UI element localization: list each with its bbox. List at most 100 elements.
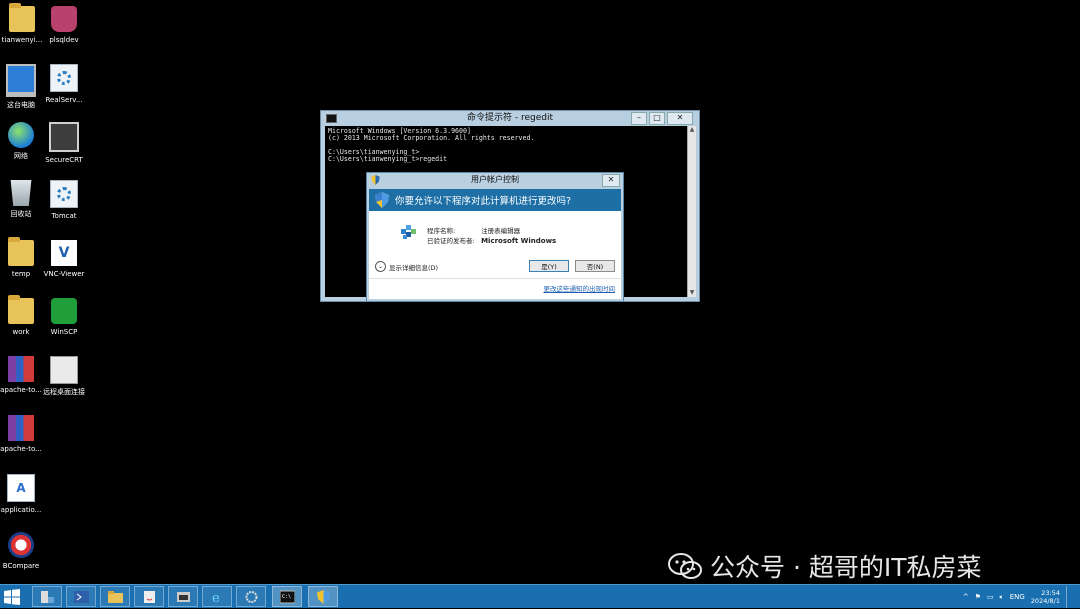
desktop-icon-label: SecureCRT (45, 156, 83, 164)
vnc-icon: V (51, 240, 77, 266)
uac-dialog[interactable]: 用户帐户控制 ✕ 你要允许以下程序对此计算机进行更改吗? 程序名称: 注册表编辑… (366, 172, 624, 302)
program-name-row: 程序名称: 注册表编辑器 (427, 225, 520, 235)
desktop-icon-label: apache-to... (0, 445, 42, 453)
divider (369, 278, 621, 279)
taskbar-uac[interactable] (308, 586, 338, 607)
desktop-icon-label: RealServ... (45, 96, 83, 104)
publisher-value: Microsoft Windows (481, 237, 557, 245)
uac-shield-small-icon (371, 175, 380, 185)
taskbar-powershell[interactable] (66, 586, 96, 607)
uac-shield-icon (317, 590, 330, 604)
network-globe-icon (8, 122, 34, 148)
desktop-icon-securecrt[interactable]: SecureCRT (35, 122, 93, 165)
chevron-down-icon: ⌄ (375, 261, 386, 272)
desktop-icon-label: Tomcat (51, 212, 77, 220)
start-windows-icon[interactable] (4, 589, 20, 605)
taskbar-java-app[interactable] (134, 586, 164, 607)
folder-icon (8, 237, 34, 266)
winscp-icon (51, 298, 77, 324)
program-name-value: 注册表编辑器 (481, 227, 521, 235)
server-manager-icon (41, 591, 54, 603)
desktop-icon-realserver[interactable]: RealServ... (35, 64, 93, 105)
uac-title-bar: 用户帐户控制 ✕ (367, 173, 623, 187)
watermark: 公众号 · 超哥的IT私房菜 (668, 548, 982, 584)
uac-body: 程序名称: 注册表编辑器 已验证的发布者: Microsoft Windows … (369, 211, 621, 299)
wechat-logo-icon (668, 553, 702, 579)
desktop-icon-application[interactable]: A applicatio... (0, 474, 50, 515)
folder-icon (108, 591, 123, 603)
desktop-icon-apache-2[interactable]: apache-to... (0, 415, 50, 454)
taskbar-command-prompt[interactable]: C:\ (272, 586, 302, 607)
internet-explorer-icon: e (212, 591, 220, 604)
computer-icon (6, 64, 36, 97)
taskbar-control-panel[interactable] (168, 586, 198, 607)
show-details-label: 显示详细信息(D) (389, 263, 439, 272)
flag-icon[interactable]: ⚑ (975, 593, 981, 601)
folder-icon (8, 295, 34, 324)
cmd-title: 命令提示符 - regedit (466, 113, 553, 123)
taskbar-file-explorer[interactable] (100, 586, 130, 607)
cmd-title-bar[interactable]: 命令提示符 - regedit – □ ✕ (321, 111, 699, 125)
archive-icon (8, 415, 34, 441)
close-button[interactable]: ✕ (667, 112, 693, 125)
console-line: C:\Users\tianwenying_t>regedit (328, 155, 448, 163)
scroll-up-arrow-icon[interactable]: ▲ (688, 126, 696, 134)
desktop-icon-label: plsqldev (49, 36, 79, 44)
gear-icon (245, 591, 258, 603)
archive-icon (8, 356, 34, 382)
console-scrollbar[interactable]: ▲ ▼ (687, 126, 696, 297)
publisher-label: 已验证的发布者: (427, 237, 475, 245)
svg-text:C:\: C:\ (282, 594, 291, 600)
uac-question-header: 你要允许以下程序对此计算机进行更改吗? (369, 189, 621, 211)
maximize-button[interactable]: □ (649, 112, 665, 125)
regedit-icon (401, 225, 416, 239)
cmd-app-icon (326, 114, 337, 123)
desktop-icon-plsqldev[interactable]: plsqldev (35, 6, 93, 45)
desktop-icon-label: WinSCP (50, 328, 78, 336)
change-notification-link[interactable]: 更改这些通知的出现时间 (544, 283, 616, 293)
control-panel-icon (177, 592, 190, 602)
clock[interactable]: 23:54 2024/8/1 (1031, 589, 1060, 605)
program-name-label: 程序名称: (427, 227, 456, 235)
database-icon (51, 6, 77, 32)
yes-button[interactable]: 是(Y) (529, 260, 569, 272)
window-controls: – □ ✕ (631, 112, 693, 125)
watermark-text: 公众号 · 超哥的IT私房菜 (710, 553, 982, 582)
close-button[interactable]: ✕ (602, 174, 620, 187)
document-icon: A (7, 474, 35, 502)
desktop-icon-label: 远程桌面连接 (43, 388, 85, 396)
java-icon (144, 591, 155, 603)
desktop-icon-vnc-viewer[interactable]: V VNC-Viewer (35, 240, 93, 279)
clock-time: 23:54 (1041, 589, 1060, 597)
desktop-icon-bcompare[interactable]: BCompare (0, 532, 50, 571)
console-line: (c) 2013 Microsoft Corporation. All righ… (328, 134, 535, 142)
no-button[interactable]: 否(N) (575, 260, 615, 272)
recycle-bin-icon (10, 180, 32, 206)
show-details-toggle[interactable]: ⌄ 显示详细信息(D) (375, 261, 438, 272)
uac-shield-icon (375, 192, 389, 208)
minimize-button[interactable]: – (631, 112, 647, 125)
taskbar-internet-explorer[interactable]: e (202, 586, 232, 607)
terminal-icon (49, 122, 79, 152)
desktop-icon-tomcat[interactable]: Tomcat (35, 180, 93, 221)
tray-up-arrow-icon[interactable]: ^ (963, 593, 969, 601)
desktop-icon-winscp[interactable]: WinSCP (35, 298, 93, 337)
system-tray: ^ ⚑ ▭ 🔈︎ ENG 23:54 2024/8/1 (963, 585, 1080, 609)
clock-date: 2024/8/1 (1030, 597, 1060, 605)
taskbar-server-manager[interactable] (32, 586, 62, 607)
taskbar: e C:\ ^ ⚑ ▭ 🔈︎ ENG 23:54 2024/8/1 (0, 584, 1080, 608)
network-icon[interactable]: ▭ (987, 593, 994, 601)
scroll-down-arrow-icon[interactable]: ▼ (688, 289, 696, 297)
language-indicator[interactable]: ENG (1010, 593, 1025, 601)
desktop-icon-label: applicatio... (0, 506, 42, 514)
service-gear-icon (50, 180, 78, 208)
publisher-row: 已验证的发布者: Microsoft Windows (427, 235, 556, 245)
volume-icon[interactable]: 🔈︎ (1000, 593, 1004, 602)
show-desktop-button[interactable] (1066, 586, 1072, 608)
service-gear-icon (50, 64, 78, 92)
command-prompt-icon: C:\ (280, 590, 295, 604)
powershell-icon (74, 591, 89, 603)
folder-icon (9, 3, 35, 32)
desktop-icon-remote-desktop[interactable]: 远程桌面连接 (35, 356, 93, 397)
taskbar-services[interactable] (236, 586, 266, 607)
